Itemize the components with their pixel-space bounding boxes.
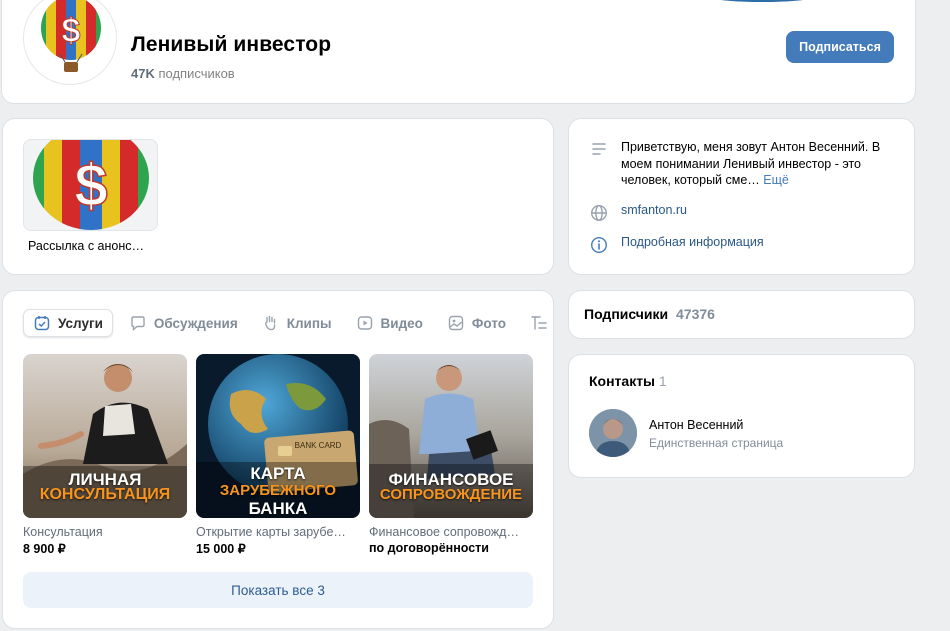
video-icon xyxy=(356,314,374,332)
product-title[interactable]: Финансовое сопровожд… xyxy=(369,525,533,539)
cover-image-edge xyxy=(662,0,862,2)
tab-label: Фото xyxy=(471,315,507,331)
clips-icon xyxy=(262,314,280,332)
services-card: Услуги Обсуждения Клипы Видео Фото ЛИЧНА… xyxy=(3,291,553,628)
product-image[interactable]: ЛИЧНАЯ КОНСУЛЬТАЦИЯ xyxy=(23,354,187,518)
contact-role: Единственная страница xyxy=(649,436,784,450)
product-card[interactable]: ЛИЧНАЯ КОНСУЛЬТАЦИЯ Консультация 8 900 ₽ xyxy=(23,354,187,556)
services-icon xyxy=(33,314,51,332)
tab-discussions[interactable]: Обсуждения xyxy=(121,309,246,337)
about-card: Приветствую, меня зовут Антон Весенний. … xyxy=(569,119,914,274)
avatar[interactable] xyxy=(589,409,637,457)
subscribers-card[interactable]: Подписчики 47376 xyxy=(569,291,914,338)
bank-card-text: BANK CARD xyxy=(295,441,342,450)
svg-text:$: $ xyxy=(74,152,107,219)
info-icon xyxy=(589,235,609,255)
newsletter-thumbnail[interactable]: $ xyxy=(23,139,158,231)
product-image[interactable]: ФИНАНСОВОЕ СОПРОВОЖДЕНИЕ xyxy=(369,354,533,518)
details-row: Подробная информация xyxy=(589,235,764,255)
show-more-link[interactable]: Ещё xyxy=(763,173,789,187)
svg-text:$: $ xyxy=(62,12,81,50)
contacts-title: Контакты xyxy=(589,373,656,389)
group-subscribers[interactable]: 47K подписчиков xyxy=(131,66,235,81)
tab-label: Услуги xyxy=(58,315,103,331)
subscribers-suffix: подписчиков xyxy=(154,66,235,81)
product-image-subtitle2: БАНКА xyxy=(248,499,308,518)
product-image-title: КАРТА xyxy=(250,464,306,483)
contacts-card: Контакты 1 Антон Весенний Единственная с… xyxy=(569,355,914,477)
subscribers-label: Подписчики xyxy=(584,306,669,322)
product-price: 8 900 ₽ xyxy=(23,542,66,556)
group-header: $ Ленивый инвестор 47K подписчиков Подпи… xyxy=(2,0,915,103)
product-title[interactable]: Открытие карты зарубе… xyxy=(196,525,360,539)
website-link[interactable]: smfanton.ru xyxy=(621,203,687,223)
product-image-subtitle: КОНСУЛЬТАЦИЯ xyxy=(39,486,171,503)
tab-photo[interactable]: Фото xyxy=(439,309,514,337)
tab-more[interactable] xyxy=(522,309,553,337)
tab-clips[interactable]: Клипы xyxy=(254,309,340,337)
tab-services[interactable]: Услуги xyxy=(23,309,113,337)
tab-video[interactable]: Видео xyxy=(348,309,431,337)
product-card[interactable]: BANK CARD КАРТА ЗАРУБЕЖНОГО БАНКА Открыт… xyxy=(196,354,360,556)
tab-label: Видео xyxy=(380,315,423,331)
group-description: Приветствую, меня зовут Антон Весенний. … xyxy=(621,139,905,189)
product-card[interactable]: ФИНАНСОВОЕ СОПРОВОЖДЕНИЕ Финансовое сопр… xyxy=(369,354,533,555)
newsletter-caption[interactable]: Рассылка с анонс… xyxy=(28,239,144,253)
description-icon xyxy=(589,139,609,159)
product-image-subtitle: СОПРОВОЖДЕНИЕ xyxy=(379,486,523,503)
description-row: Приветствую, меня зовут Антон Весенний. … xyxy=(589,139,905,189)
product-image[interactable]: BANK CARD КАРТА ЗАРУБЕЖНОГО БАНКА xyxy=(196,354,360,518)
contact-name[interactable]: Антон Весенний xyxy=(649,418,743,432)
tab-label: Клипы xyxy=(286,315,332,331)
hot-air-balloon-logo-icon: $ xyxy=(41,0,101,72)
show-all-button[interactable]: Показать все 3 xyxy=(23,572,533,608)
product-title[interactable]: Консультация xyxy=(23,525,187,539)
website-row: smfanton.ru xyxy=(589,203,687,223)
discussions-icon xyxy=(129,314,147,332)
photo-icon xyxy=(447,314,465,332)
contacts-count: 1 xyxy=(658,373,667,389)
newsletter-card: $ Рассылка с анонс… xyxy=(3,119,553,274)
more-list-icon xyxy=(530,314,548,332)
person-avatar-icon xyxy=(589,409,637,457)
contacts-header[interactable]: Контакты 1 xyxy=(589,373,667,389)
product-price: по договорённости xyxy=(369,541,489,555)
subscribers-short: 47K xyxy=(131,66,155,81)
product-price: 15 000 ₽ xyxy=(196,542,246,556)
details-link[interactable]: Подробная информация xyxy=(621,235,764,255)
hot-air-balloon-image-icon: $ xyxy=(33,140,149,230)
content-tabs: Услуги Обсуждения Клипы Видео Фото xyxy=(23,309,553,337)
description-text: Приветствую, меня зовут Антон Весенний. … xyxy=(621,140,881,187)
tab-label: Обсуждения xyxy=(153,315,238,331)
subscribers-count: 47376 xyxy=(676,306,715,322)
subscribe-button[interactable]: Подписаться xyxy=(786,31,894,63)
globe-icon xyxy=(589,203,609,223)
group-name: Ленивый инвестор xyxy=(131,33,332,56)
product-image-subtitle: ЗАРУБЕЖНОГО xyxy=(219,482,337,499)
group-avatar[interactable]: $ xyxy=(23,0,117,85)
